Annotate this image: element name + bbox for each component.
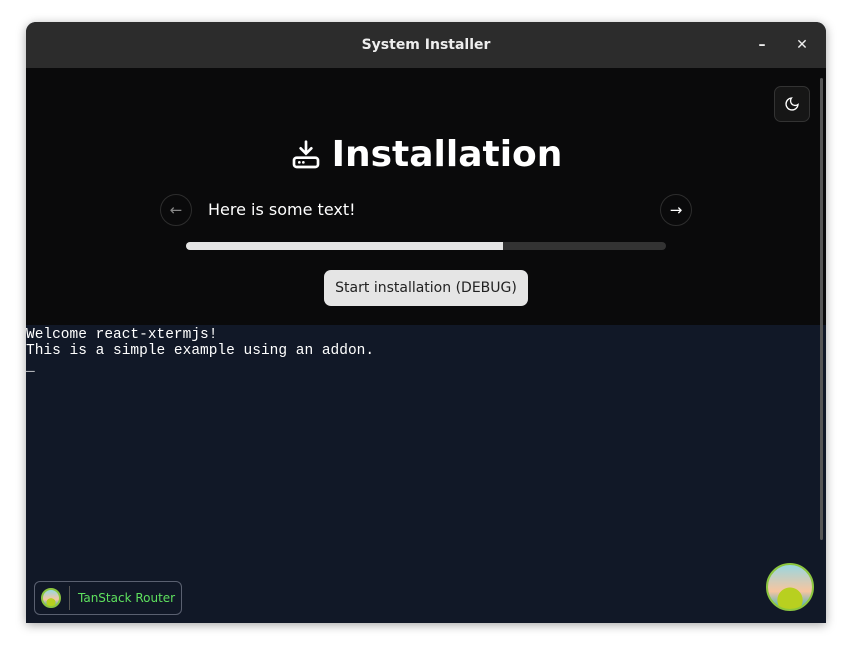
- terminal[interactable]: Welcome react-xtermjs! This is a simple …: [26, 325, 826, 623]
- terminal-cursor: _: [26, 359, 35, 375]
- carousel-text: Here is some text!: [208, 200, 356, 219]
- devtools-label: TanStack Router: [78, 591, 176, 605]
- divider: [69, 586, 70, 610]
- page-title: Installation: [331, 134, 563, 175]
- terminal-line: Welcome react-xtermjs!: [26, 327, 218, 343]
- theme-toggle-button[interactable]: [774, 86, 810, 122]
- terminal-line: This is a simple example using an addon.: [26, 343, 375, 359]
- installer-window: System Installer – ✕ Installation ← Here…: [26, 22, 826, 623]
- window-title: System Installer: [361, 37, 491, 53]
- title-bar: System Installer – ✕: [26, 22, 826, 68]
- tanstack-logo-icon: [41, 588, 61, 608]
- progress-bar: [186, 242, 666, 250]
- page-heading: Installation: [26, 134, 826, 175]
- start-installation-button[interactable]: Start installation (DEBUG): [324, 270, 528, 306]
- tanstack-router-devtools-button[interactable]: TanStack Router: [34, 581, 182, 615]
- next-button[interactable]: →: [660, 194, 692, 226]
- installer-panel: Installation ← Here is some text! → Star…: [26, 68, 826, 325]
- prev-button[interactable]: ←: [160, 194, 192, 226]
- tanstack-query-devtools-icon[interactable]: [766, 563, 814, 611]
- progress-fill: [186, 242, 503, 250]
- scrollbar[interactable]: [820, 78, 823, 540]
- moon-icon: [785, 97, 799, 111]
- close-button[interactable]: ✕: [792, 35, 812, 55]
- download-icon: [292, 139, 319, 168]
- minimize-button[interactable]: –: [752, 35, 772, 55]
